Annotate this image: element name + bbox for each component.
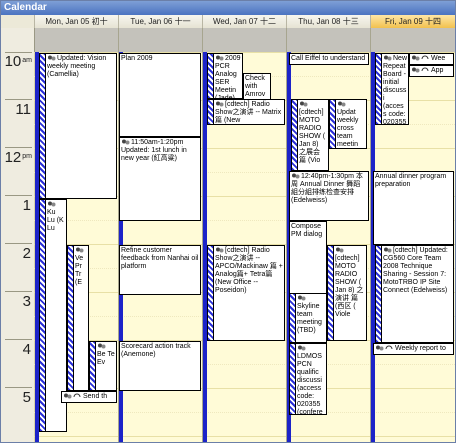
recurring-icon (421, 55, 430, 62)
appointment-check-amrov[interactable]: Check with Amrov (243, 73, 271, 101)
hour-label-1: 1 (22, 197, 31, 214)
meeting-icon (411, 67, 420, 74)
recurring-icon (73, 393, 82, 400)
appointment-weekly-report[interactable]: Weekly report to (373, 343, 454, 355)
appointment-annual-dinner-dance[interactable]: 12:40pm-1:30pm 本周 Annual Dinner 舞蹈組分組排练检… (289, 171, 369, 221)
meeting-icon (383, 55, 392, 62)
appointment-compose-pm-dialog[interactable]: Compose PM dialog (289, 221, 327, 295)
hour-divider (5, 99, 32, 100)
calendar-window: Calendar Mon, Jan 05 初十 Tue, Jan 06 十一 W… (0, 0, 456, 443)
meeting-icon (47, 55, 56, 62)
hour-label-11: 11 (15, 101, 31, 118)
appointment-scorecard[interactable]: Scorecard action track (Anemone) (119, 341, 201, 391)
day-header-thu[interactable]: Thu, Jan 08 十三 (286, 15, 370, 28)
meeting-icon (299, 101, 308, 108)
appointment-call-eiffel[interactable]: Call Eiffel to understand (289, 53, 369, 65)
appointment-annual-dinner-prep[interactable]: Annual dinner program preparation (373, 171, 454, 245)
meeting-icon (63, 393, 72, 400)
hour-divider (5, 339, 32, 340)
appointment-app[interactable]: App (409, 65, 454, 77)
meeting-icon (411, 55, 420, 62)
time-column: 10am 11 12pm 1 2 3 4 5 (1, 28, 35, 442)
meeting-icon (335, 247, 344, 254)
appointment-plan-2009[interactable]: Plan 2009 (119, 53, 201, 137)
hour-divider (5, 147, 32, 148)
meeting-icon (215, 247, 224, 254)
hour-divider (5, 387, 32, 388)
hour-divider (5, 195, 32, 196)
hour-divider (5, 291, 32, 292)
meeting-icon (375, 345, 384, 352)
appointment-skyline[interactable]: Skyline team meeting (TBD) (289, 293, 327, 343)
day-header-fri-today[interactable]: Fri, Jan 09 十四 (370, 15, 455, 28)
day-header-row: Mon, Jan 05 初十 Tue, Jan 06 十一 Wed, Jan 0… (1, 15, 455, 29)
day-header-mon[interactable]: Mon, Jan 05 初十 (34, 15, 118, 28)
appointment-be[interactable]: Be Te Ev (89, 341, 117, 391)
hour-divider (5, 243, 32, 244)
appointment-ve[interactable]: Ve Pr Tr (E (67, 245, 89, 391)
hour-label-2: 2 (22, 245, 31, 262)
recurring-icon (421, 67, 430, 74)
hour-label-12pm: 12pm (4, 149, 32, 166)
non-working-hours-band (35, 28, 455, 52)
appointment-radio-show-apco[interactable]: [cdtech] Radio Show之演讲 -- APCO/Mackinaw … (207, 245, 285, 341)
appointment-radio-show-matrix[interactable]: [cdtech] Radio Show之演讲 -- Matrix 篇 (New (207, 99, 285, 125)
appointment-cg560-sharing[interactable]: [cdtech] Updated: CG560 Core Team 2008 T… (375, 245, 454, 343)
meeting-icon (215, 55, 224, 62)
day-header-wed[interactable]: Wed, Jan 07 十二 (202, 15, 286, 28)
day-header-tue[interactable]: Tue, Jan 06 十一 (118, 15, 202, 28)
appointment-lunch[interactable]: 11:50am-1:20pm Updated: 1st lunch in new… (119, 137, 201, 221)
appointment-wee[interactable]: Wee (409, 53, 454, 65)
appointment-pcr-meeting[interactable]: 2009 PCR Analog SER Meetin (Jade) (207, 53, 243, 99)
hour-label-4: 4 (22, 341, 31, 358)
appointment-moto-radio-show-exhibit[interactable]: [cdtech] MOTO RADIO SHOW ( Jan 8) 之展会 篇 … (291, 99, 329, 171)
meeting-icon (97, 343, 106, 350)
meeting-icon (291, 173, 300, 180)
meeting-icon (47, 201, 56, 208)
time-gridline (34, 436, 455, 437)
appointment-refine-feedback[interactable]: Refine customer feedback from Nanhai oil… (119, 245, 201, 295)
meeting-icon (337, 101, 346, 108)
window-title: Calendar (1, 1, 455, 15)
meeting-icon (215, 101, 224, 108)
meeting-icon (383, 247, 392, 254)
appointment-new-repeat-board[interactable]: New Repeat Board - initial discussi (acc… (375, 53, 409, 125)
recurring-icon (385, 345, 394, 352)
meeting-icon (297, 345, 306, 352)
appointment-send[interactable]: Send th (61, 391, 117, 403)
meeting-icon (297, 295, 306, 302)
appointment-ldmos-pcn[interactable]: LDMOS PCN qualific discussi (access code… (289, 343, 327, 415)
meeting-icon (75, 247, 84, 254)
time-gridline (34, 412, 455, 413)
hour-label-5: 5 (22, 389, 31, 406)
hour-label-10am: 10am (4, 53, 32, 70)
appointment-weekly-cross-team[interactable]: Updat weekly cross team meetin (CD (329, 99, 367, 149)
hour-label-3: 3 (22, 293, 31, 310)
appointment-vision-meeting[interactable]: Updated: Vision weekly meeting (Camellia… (39, 53, 117, 199)
appointment-moto-radio-show-talk[interactable]: [cdtech] MOTO RADIO SHOW ( Jan 8) 之演讲 篇 … (327, 245, 367, 341)
meeting-icon (121, 139, 130, 146)
